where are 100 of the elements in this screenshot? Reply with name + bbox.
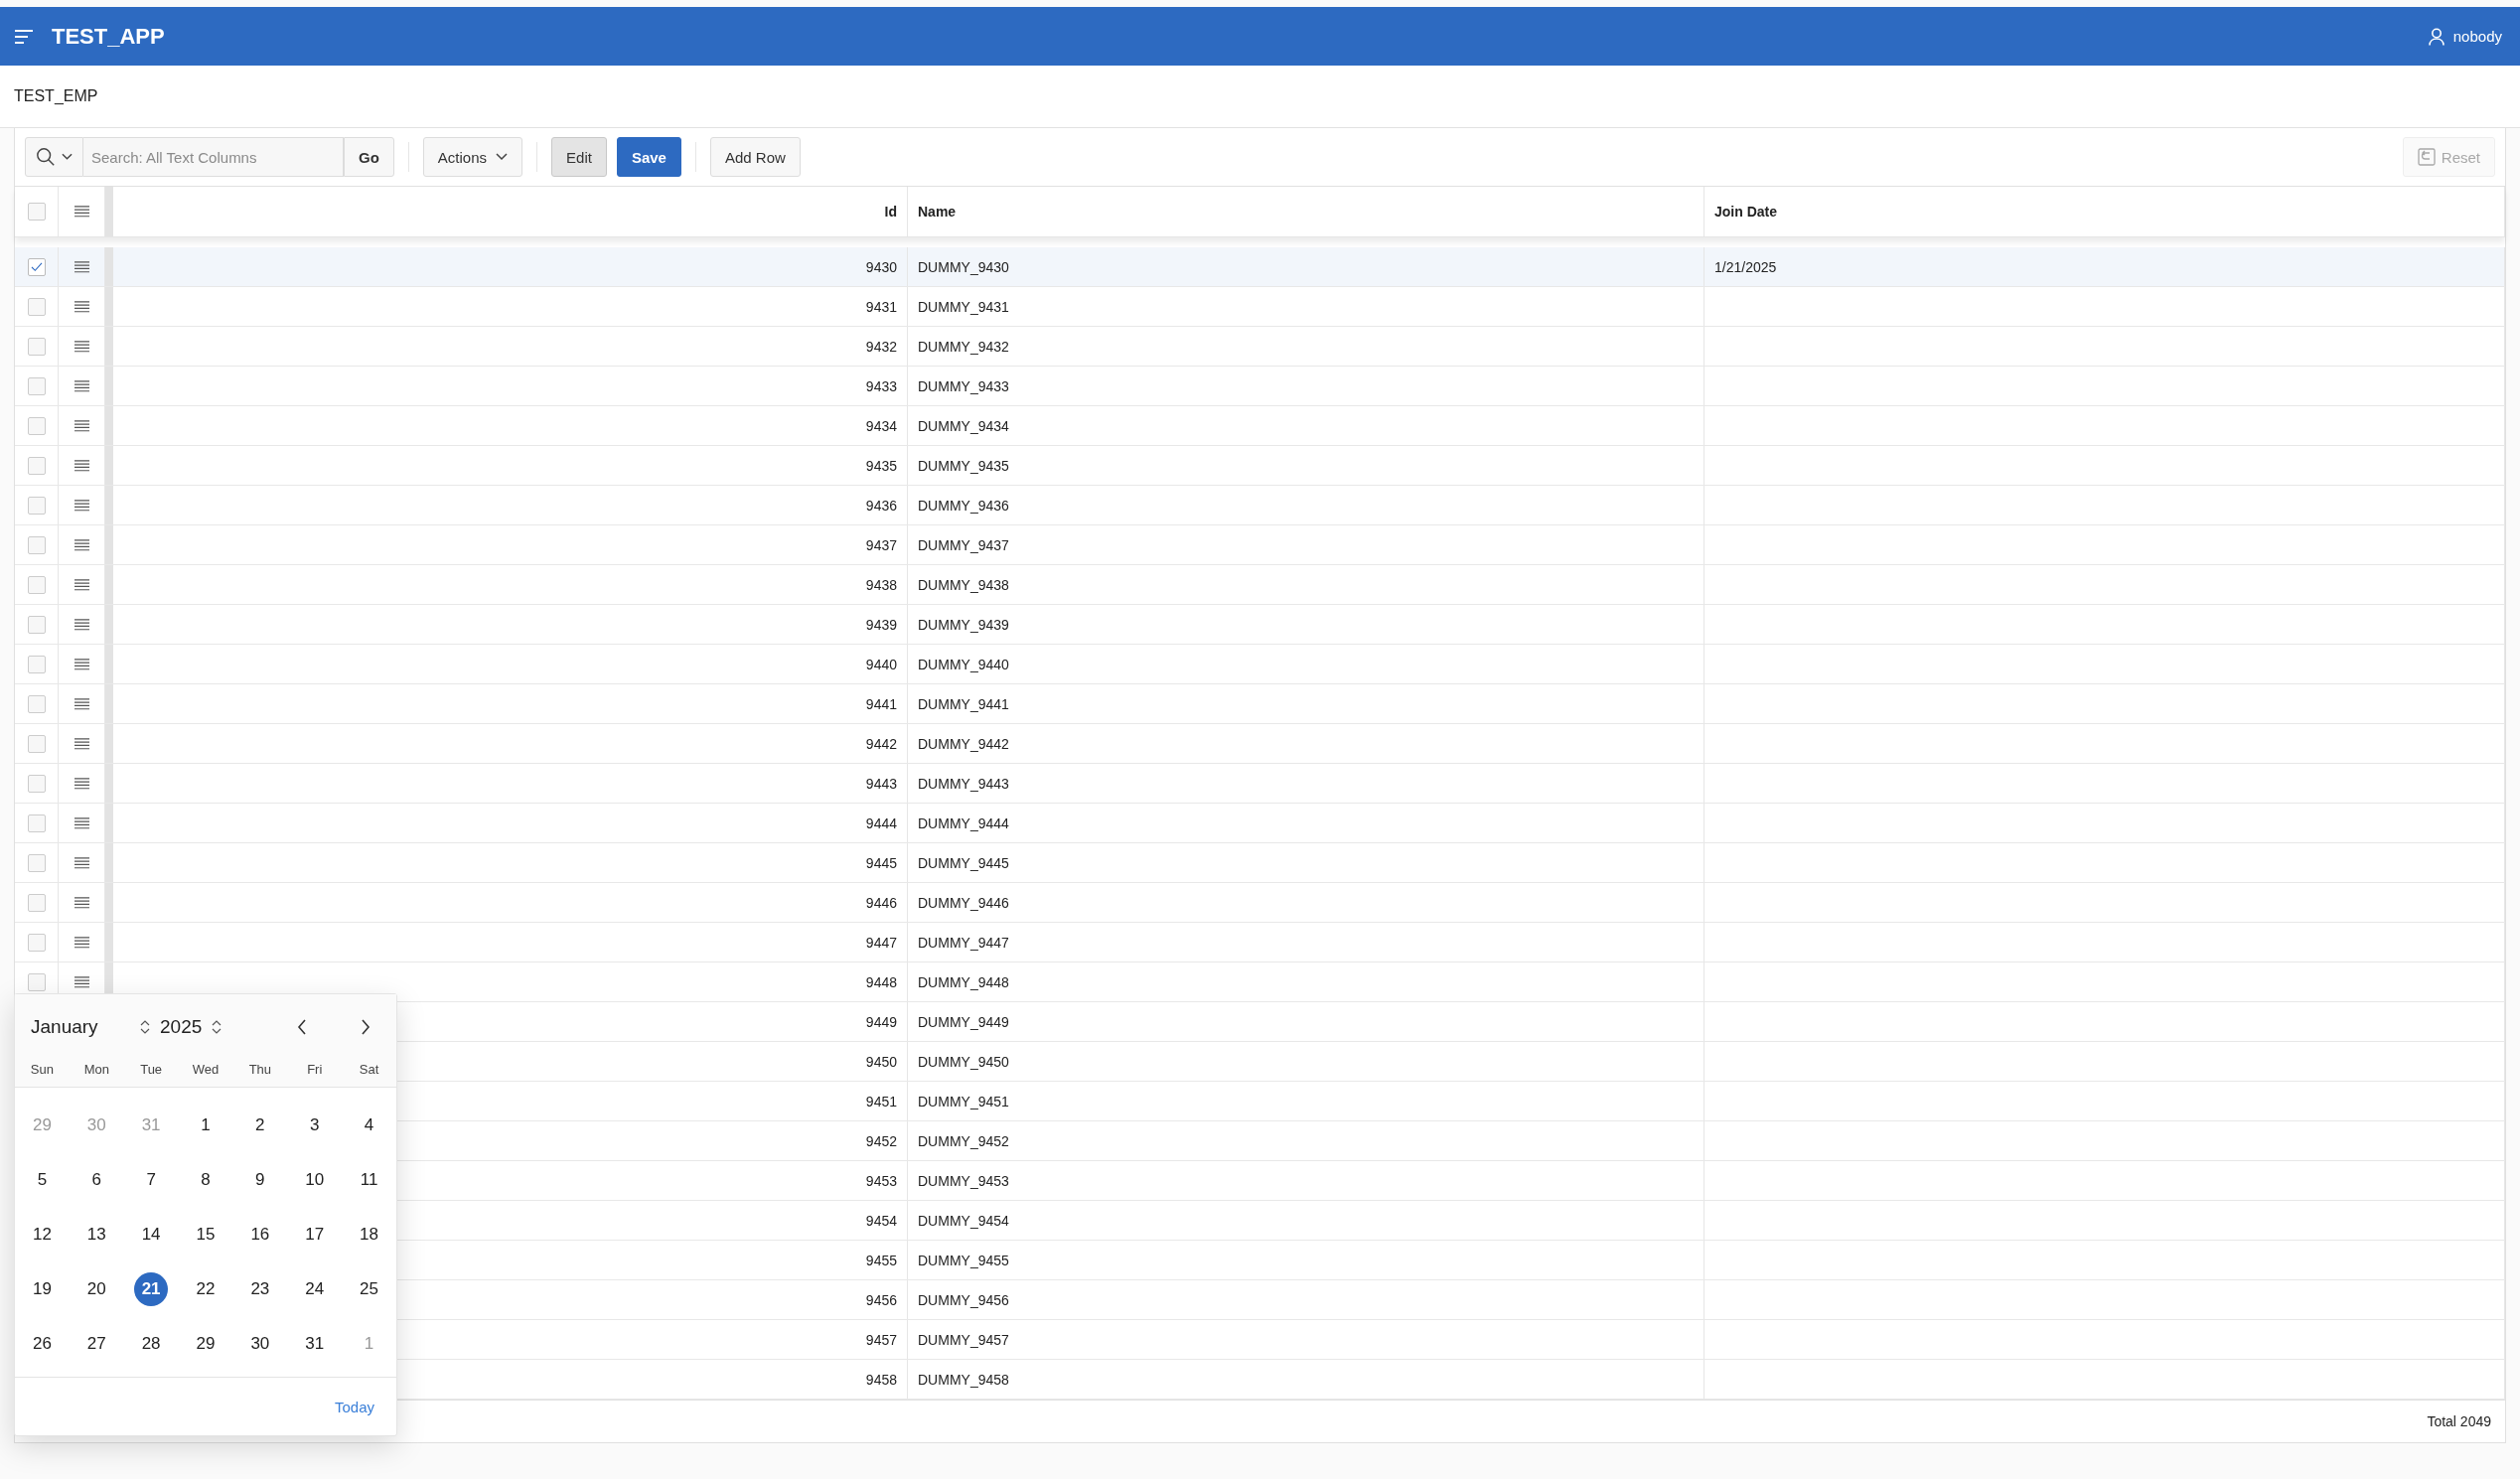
column-header[interactable]: Join Date: [1714, 204, 1777, 220]
row-actions-icon[interactable]: [74, 896, 89, 909]
calendar-day[interactable]: 4: [352, 1108, 386, 1142]
row-actions-icon[interactable]: [74, 737, 89, 750]
calendar-day[interactable]: 29: [189, 1326, 222, 1361]
save-button[interactable]: Save: [616, 137, 681, 177]
previous-month-icon[interactable]: [297, 1019, 307, 1035]
row-actions-icon[interactable]: [74, 459, 89, 472]
calendar-day[interactable]: 7: [134, 1162, 169, 1197]
row-actions-icon[interactable]: [74, 300, 89, 313]
go-button[interactable]: Go: [344, 137, 394, 177]
actions-button[interactable]: Actions: [422, 137, 523, 177]
row-actions-icon[interactable]: [74, 379, 89, 392]
check-icon: [30, 261, 43, 272]
row-actions-icon[interactable]: [74, 538, 89, 551]
table-cell: 9433: [865, 377, 897, 394]
calendar-day[interactable]: 23: [242, 1271, 277, 1306]
calendar-day[interactable]: 20: [79, 1271, 114, 1306]
row-checkbox[interactable]: [27, 694, 46, 713]
calendar-day[interactable]: 9: [242, 1162, 277, 1197]
menu-icon[interactable]: [14, 29, 34, 44]
row-checkbox[interactable]: [27, 893, 46, 912]
column-header[interactable]: Name: [918, 204, 957, 220]
row-actions-icon[interactable]: [74, 697, 89, 710]
calendar-day[interactable]: 27: [79, 1326, 114, 1361]
row-checkbox[interactable]: [27, 972, 46, 991]
row-actions-icon[interactable]: [74, 856, 89, 869]
list-icon[interactable]: [74, 206, 89, 218]
calendar-day[interactable]: 21: [134, 1271, 169, 1306]
row-checkbox[interactable]: [27, 535, 46, 554]
calendar-day[interactable]: 6: [79, 1162, 114, 1197]
user-name[interactable]: nobody: [2452, 28, 2502, 45]
table-cell: DUMMY_9442: [918, 735, 1009, 752]
calendar-day[interactable]: 15: [189, 1217, 222, 1252]
row-checkbox[interactable]: [27, 734, 46, 753]
row-actions-icon[interactable]: [74, 936, 89, 949]
row-actions-icon[interactable]: [74, 618, 89, 631]
row-actions-icon[interactable]: [74, 975, 89, 988]
row-checkbox[interactable]: [27, 575, 46, 594]
row-checkbox[interactable]: [27, 655, 46, 673]
calendar-day[interactable]: 26: [25, 1326, 60, 1361]
calendar-day[interactable]: 2: [242, 1108, 277, 1142]
calendar-day[interactable]: 31: [297, 1326, 332, 1361]
table-cell: DUMMY_9449: [918, 1013, 1009, 1030]
search-field[interactable]: Search: All Text Columns: [83, 137, 344, 177]
calendar-day[interactable]: 10: [297, 1162, 332, 1197]
calendar-day[interactable]: 16: [242, 1217, 277, 1252]
user-icon[interactable]: [2428, 27, 2445, 46]
table-cell: 9437: [865, 536, 897, 553]
row-checkbox[interactable]: [27, 496, 46, 515]
column-header[interactable]: Id: [884, 204, 897, 220]
row-actions-icon[interactable]: [74, 499, 89, 512]
calendar-day[interactable]: 11: [352, 1162, 386, 1197]
app-title[interactable]: TEST_APP: [52, 23, 165, 50]
row-actions-icon[interactable]: [74, 658, 89, 670]
table-cell: 9450: [865, 1053, 897, 1070]
calendar-day[interactable]: 28: [134, 1326, 169, 1361]
edit-button[interactable]: Edit: [551, 137, 607, 177]
row-actions-icon[interactable]: [74, 777, 89, 790]
add-row-button[interactable]: Add Row: [709, 137, 801, 177]
calendar-day[interactable]: 30: [242, 1326, 277, 1361]
calendar-day[interactable]: 1: [189, 1108, 222, 1142]
row-actions-icon[interactable]: [74, 578, 89, 591]
table-cell: 1/21/2025: [1714, 258, 1777, 275]
row-checkbox[interactable]: [27, 853, 46, 872]
updown-icon[interactable]: [212, 1019, 222, 1035]
calendar-day[interactable]: 14: [134, 1217, 169, 1252]
row-checkbox[interactable]: [27, 297, 46, 316]
row-checkbox[interactable]: [27, 933, 46, 952]
row-actions-icon[interactable]: [74, 816, 89, 829]
row-checkbox[interactable]: [27, 774, 46, 793]
row-actions-icon[interactable]: [74, 419, 89, 432]
month-select[interactable]: January: [31, 1016, 130, 1038]
row-checkbox[interactable]: [27, 257, 46, 276]
select-all-checkbox[interactable]: [27, 203, 46, 221]
calendar-day[interactable]: 12: [25, 1217, 60, 1252]
row-checkbox[interactable]: [27, 337, 46, 356]
table-cell: 9442: [865, 735, 897, 752]
row-actions-icon[interactable]: [74, 340, 89, 353]
row-checkbox[interactable]: [27, 813, 46, 832]
row-checkbox[interactable]: [27, 376, 46, 395]
row-checkbox[interactable]: [27, 456, 46, 475]
search-column-button[interactable]: [25, 137, 83, 177]
calendar-day[interactable]: 5: [25, 1162, 60, 1197]
updown-icon[interactable]: [140, 1019, 150, 1035]
calendar-day[interactable]: 17: [297, 1217, 332, 1252]
calendar-day[interactable]: 3: [297, 1108, 332, 1142]
year-select[interactable]: 2025: [160, 1016, 203, 1038]
today-button[interactable]: Today: [334, 1398, 374, 1415]
calendar-day[interactable]: 22: [189, 1271, 222, 1306]
calendar-day[interactable]: 25: [352, 1271, 386, 1306]
calendar-day[interactable]: 8: [189, 1162, 222, 1197]
row-checkbox[interactable]: [27, 416, 46, 435]
row-checkbox[interactable]: [27, 615, 46, 634]
calendar-day[interactable]: 24: [297, 1271, 332, 1306]
next-month-icon[interactable]: [361, 1019, 371, 1035]
row-actions-icon[interactable]: [74, 260, 89, 273]
calendar-day[interactable]: 19: [25, 1271, 60, 1306]
calendar-day[interactable]: 18: [352, 1217, 386, 1252]
calendar-day[interactable]: 13: [79, 1217, 114, 1252]
